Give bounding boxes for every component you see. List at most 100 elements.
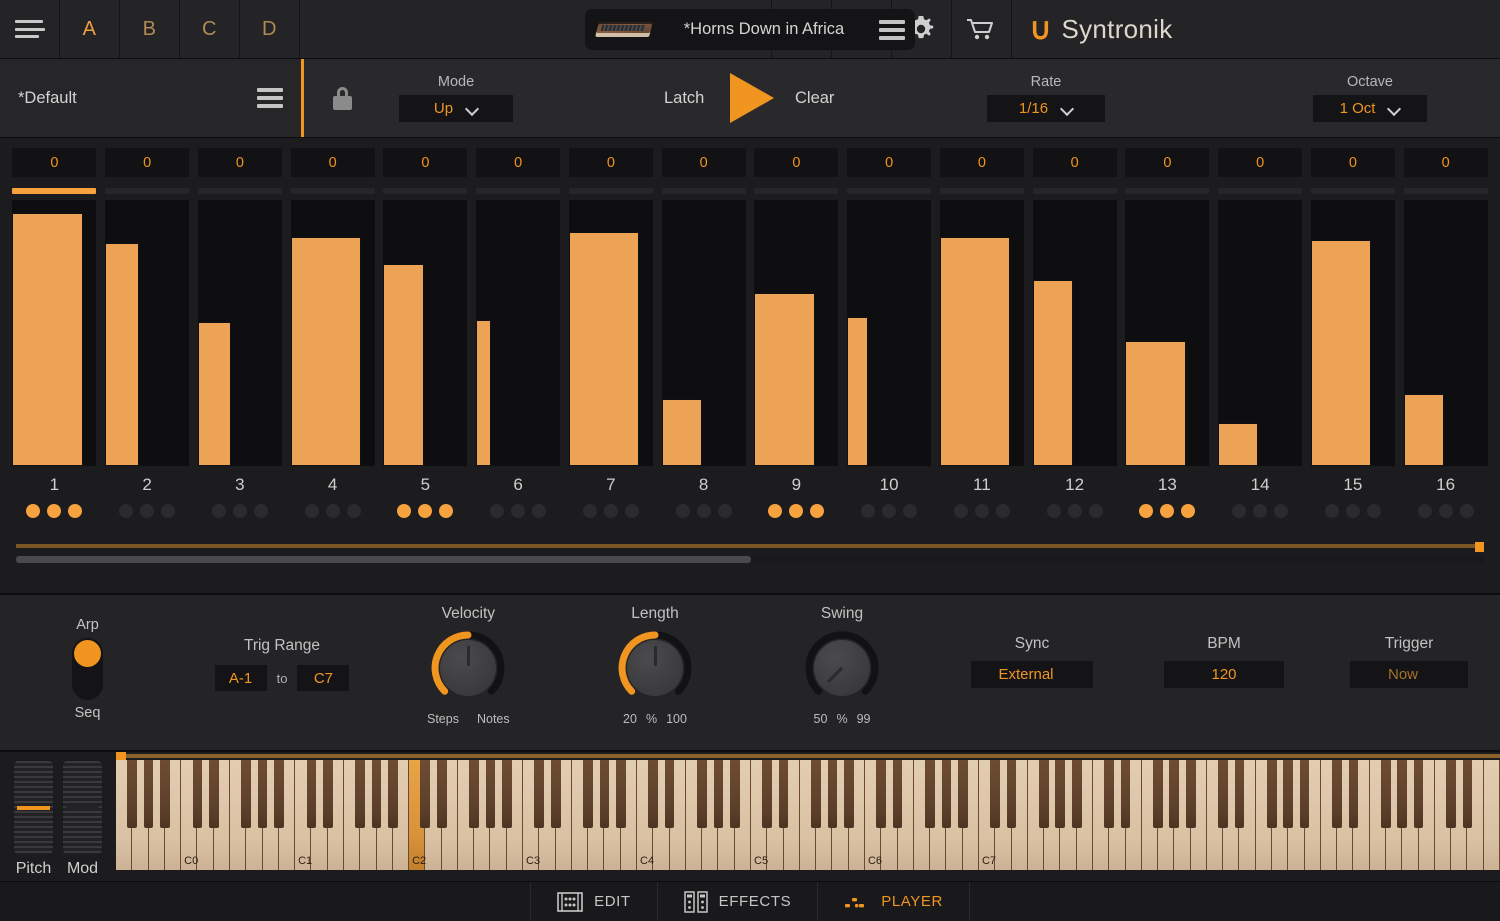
step-gate-indicator[interactable]: [1311, 188, 1395, 194]
step-gate-indicator[interactable]: [940, 188, 1024, 194]
step-lane[interactable]: [1404, 200, 1488, 466]
step-dot[interactable]: [1139, 504, 1153, 518]
step-gate-indicator[interactable]: [1404, 188, 1488, 194]
step-dot[interactable]: [119, 504, 133, 518]
step-gate-indicator[interactable]: [383, 188, 467, 194]
step-dot[interactable]: [975, 504, 989, 518]
step-dots[interactable]: [119, 504, 175, 518]
step-dot[interactable]: [697, 504, 711, 518]
step-dot[interactable]: [305, 504, 319, 518]
step-dots[interactable]: [1325, 504, 1381, 518]
step-value-box[interactable]: 0: [1404, 148, 1488, 177]
piano-key-black[interactable]: [697, 760, 707, 828]
step-dot[interactable]: [676, 504, 690, 518]
step-dots[interactable]: [490, 504, 546, 518]
piano-key-black[interactable]: [323, 760, 333, 828]
step-dot[interactable]: [583, 504, 597, 518]
preset-list-menu-icon[interactable]: [875, 20, 905, 40]
step-dot[interactable]: [254, 504, 268, 518]
piano-key-black[interactable]: [1235, 760, 1245, 828]
step-dots[interactable]: [676, 504, 732, 518]
step-bar[interactable]: [1404, 394, 1444, 466]
step-dot[interactable]: [996, 504, 1010, 518]
step-dots[interactable]: [583, 504, 639, 518]
step-dot[interactable]: [1089, 504, 1103, 518]
bpm-field[interactable]: 120: [1164, 661, 1284, 688]
trig-range-low[interactable]: A-1: [215, 665, 267, 691]
step-bar[interactable]: [476, 320, 491, 466]
step-dot[interactable]: [161, 504, 175, 518]
piano-key-black[interactable]: [258, 760, 268, 828]
piano-key-black[interactable]: [193, 760, 203, 828]
step-lane[interactable]: [754, 200, 838, 466]
step-lane[interactable]: [198, 200, 282, 466]
piano-key-black[interactable]: [893, 760, 903, 828]
step-dot[interactable]: [397, 504, 411, 518]
step-dots[interactable]: [954, 504, 1010, 518]
step-3[interactable]: 03: [194, 138, 287, 558]
step-dot[interactable]: [1325, 504, 1339, 518]
piano-key-black[interactable]: [583, 760, 593, 828]
step-bar[interactable]: [198, 322, 232, 466]
piano-key-black[interactable]: [942, 760, 952, 828]
main-menu-button[interactable]: [0, 0, 60, 58]
piano-key-black[interactable]: [534, 760, 544, 828]
step-dot[interactable]: [882, 504, 896, 518]
step-dot[interactable]: [490, 504, 504, 518]
piano-key-black[interactable]: [144, 760, 154, 828]
step-gate-indicator[interactable]: [1218, 188, 1302, 194]
step-dot[interactable]: [47, 504, 61, 518]
latch-button[interactable]: Latch: [664, 89, 704, 108]
swing-knob[interactable]: [804, 630, 880, 706]
keyboard-range-slider[interactable]: [116, 752, 1500, 760]
piano-key-white[interactable]: [1484, 760, 1500, 870]
mod-wheel[interactable]: [62, 760, 103, 855]
step-bar[interactable]: [1125, 341, 1185, 466]
step-value-box[interactable]: 0: [662, 148, 746, 177]
piano-key-black[interactable]: [274, 760, 284, 828]
step-gate-indicator[interactable]: [291, 188, 375, 194]
rate-dropdown[interactable]: 1/16: [987, 95, 1105, 122]
step-dots[interactable]: [1232, 504, 1288, 518]
step-dots[interactable]: [768, 504, 824, 518]
step-lane[interactable]: [940, 200, 1024, 466]
step-13[interactable]: 013: [1121, 138, 1214, 558]
step-dot[interactable]: [718, 504, 732, 518]
arp-preset-selector[interactable]: *Default: [0, 59, 304, 137]
step-5[interactable]: 05: [379, 138, 472, 558]
arp-preset-menu-icon[interactable]: [253, 88, 283, 108]
step-bar[interactable]: [847, 317, 868, 466]
step-value-box[interactable]: 0: [383, 148, 467, 177]
piano-key-black[interactable]: [616, 760, 626, 828]
piano-key-black[interactable]: [1121, 760, 1131, 828]
step-lane[interactable]: [476, 200, 560, 466]
scrollbar-thumb[interactable]: [16, 556, 751, 563]
piano-key-black[interactable]: [1186, 760, 1196, 828]
piano-key-black[interactable]: [714, 760, 724, 828]
step-dot[interactable]: [1418, 504, 1432, 518]
sequencer-scrollbar[interactable]: [16, 556, 1484, 563]
piano-key-black[interactable]: [437, 760, 447, 828]
piano-key-black[interactable]: [1283, 760, 1293, 828]
shop-button[interactable]: [951, 0, 1011, 58]
piano-key-black[interactable]: [1153, 760, 1163, 828]
step-dot[interactable]: [347, 504, 361, 518]
piano-key-black[interactable]: [1381, 760, 1391, 828]
step-dot[interactable]: [26, 504, 40, 518]
piano-key-black[interactable]: [665, 760, 675, 828]
step-dots[interactable]: [1418, 504, 1474, 518]
piano-key-black[interactable]: [469, 760, 479, 828]
step-gate-indicator[interactable]: [569, 188, 653, 194]
arp-lock-button[interactable]: [304, 87, 380, 110]
step-11[interactable]: 011: [936, 138, 1029, 558]
step-dots[interactable]: [26, 504, 82, 518]
step-4[interactable]: 04: [286, 138, 379, 558]
step-dot[interactable]: [140, 504, 154, 518]
step-dots[interactable]: [861, 504, 917, 518]
step-dot[interactable]: [233, 504, 247, 518]
step-dot[interactable]: [1460, 504, 1474, 518]
piano-key-black[interactable]: [1397, 760, 1407, 828]
step-lane[interactable]: [1125, 200, 1209, 466]
step-value-box[interactable]: 0: [1033, 148, 1117, 177]
step-lane[interactable]: [569, 200, 653, 466]
